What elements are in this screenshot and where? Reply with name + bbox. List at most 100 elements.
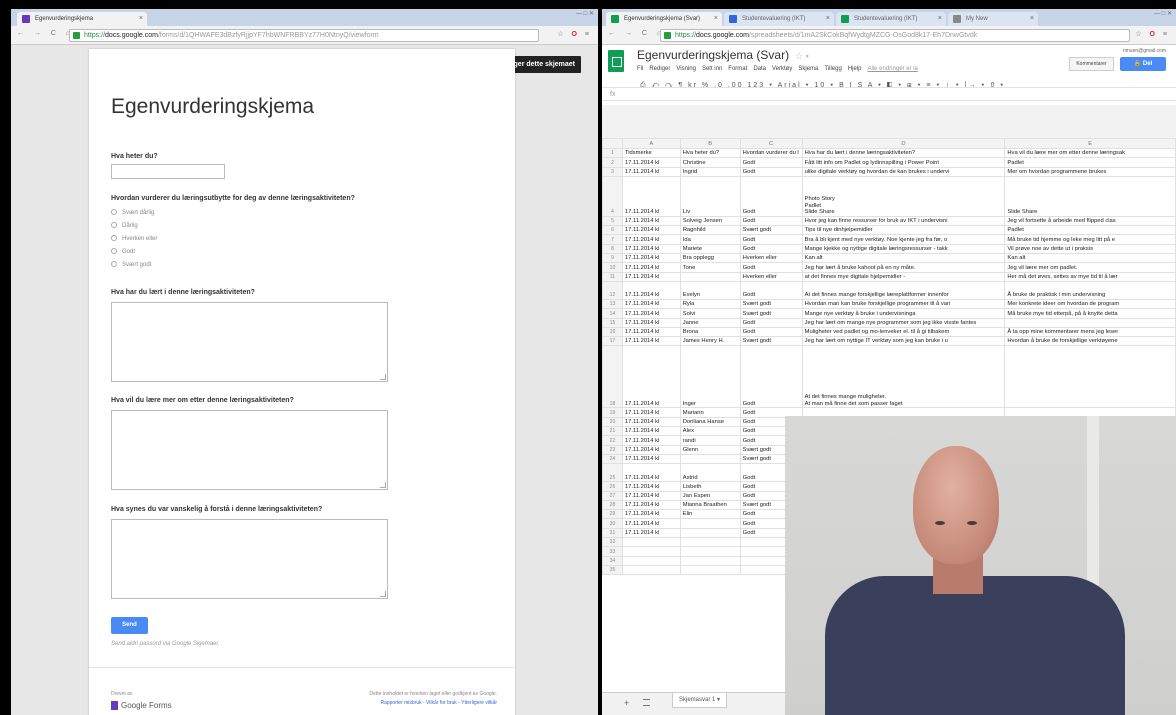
cell[interactable]: Ida <box>679 234 741 245</box>
cell[interactable]: Godt <box>739 262 803 273</box>
cell[interactable] <box>621 564 681 576</box>
radio-option-very-poor[interactable]: Svært dårlig <box>111 209 154 216</box>
menu-file[interactable]: Fil <box>637 66 643 72</box>
cell[interactable]: Godt <box>739 234 803 245</box>
column-letter[interactable]: C <box>739 138 803 149</box>
google-forms-logo[interactable]: Google Forms <box>111 701 172 710</box>
column-letter[interactable]: D <box>801 138 1006 149</box>
cell[interactable]: At det finnes mange muligheter. At man m… <box>801 345 1006 409</box>
row-number[interactable]: 19 <box>602 407 623 418</box>
cell[interactable]: Padlet <box>1004 157 1176 168</box>
column-letter[interactable]: A <box>621 138 681 149</box>
cell[interactable]: 17.11.2014 kl <box>621 215 681 227</box>
cell[interactable]: Hva har du lært i denne læringsaktivitet… <box>801 147 1006 159</box>
cell[interactable] <box>679 536 741 548</box>
row-number[interactable]: 5 <box>602 215 623 227</box>
cell[interactable]: Mer konkrete ideer om hvordan de program <box>1004 298 1176 310</box>
cell[interactable]: 17.11.2014 kl <box>621 234 681 245</box>
row-number[interactable]: 31 <box>602 527 623 539</box>
row-number[interactable]: 4 <box>602 175 623 217</box>
cell[interactable]: 17.11.2014 kl <box>621 308 681 319</box>
cell[interactable]: Christine <box>679 157 741 168</box>
cell[interactable]: Evelyn <box>679 280 741 300</box>
row-number[interactable]: 33 <box>602 546 623 557</box>
cell[interactable]: 17.11.2014 kl <box>621 518 681 529</box>
cell[interactable] <box>679 527 741 539</box>
add-sheet-button[interactable]: + <box>624 698 629 708</box>
cell[interactable]: 17.11.2014 kl <box>621 490 681 501</box>
cell[interactable]: Jeg vil lære mer om padlet. <box>1004 262 1176 273</box>
cell[interactable]: Ingrid <box>679 166 741 177</box>
row-number[interactable]: 20 <box>602 416 623 428</box>
tab-studentevaluering-1[interactable]: Studentevaluering (IKT) × <box>724 12 834 26</box>
cell[interactable]: 17.11.2014 kl <box>621 271 681 282</box>
close-tab-icon[interactable]: × <box>1030 12 1034 26</box>
cell[interactable]: Må bruke mye tid etterpå, på å knytte de… <box>1004 308 1176 319</box>
cell[interactable]: Ryla <box>679 298 741 310</box>
cell[interactable]: Godt <box>739 175 803 217</box>
cell[interactable]: 17.11.2014 kl <box>621 416 681 428</box>
menu-insert[interactable]: Sett inn <box>702 66 722 72</box>
cell[interactable]: 17.11.2014 kl <box>621 435 681 446</box>
cell[interactable]: Godt <box>739 326 803 338</box>
row-number[interactable]: 13 <box>602 298 623 310</box>
row-number[interactable]: 35 <box>602 564 623 576</box>
cell[interactable]: Hva heter du? <box>679 147 741 159</box>
row-number[interactable]: 12 <box>602 280 623 300</box>
close-tab-icon[interactable]: × <box>826 12 830 26</box>
row-number[interactable]: 10 <box>602 262 623 273</box>
row-number[interactable]: 28 <box>602 499 623 511</box>
opera-icon[interactable]: O <box>1150 31 1158 38</box>
cell[interactable]: Tone <box>679 262 741 273</box>
cell[interactable] <box>621 555 681 566</box>
cell[interactable]: Svært godt <box>739 336 803 347</box>
tab-responses-sheet[interactable]: Egenvurderingskjema (Svar) × <box>606 12 722 26</box>
cell[interactable]: Å bruke de praktisk i min undervisning <box>1004 280 1176 300</box>
cell[interactable] <box>679 564 741 576</box>
cell[interactable]: Hverken eller <box>739 271 803 282</box>
cell[interactable]: Photo Story Padlet Slide Share <box>801 175 1006 217</box>
footer-links[interactable]: Rapporter misbruk - Vilkår for bruk - Yt… <box>369 699 497 708</box>
column-letter[interactable]: E <box>1004 138 1176 149</box>
cell[interactable] <box>679 453 741 465</box>
cell[interactable]: Godt <box>739 280 803 300</box>
star-icon[interactable]: ☆ ▪ <box>795 51 809 61</box>
cell[interactable]: Godt <box>739 157 803 168</box>
row-number[interactable]: 22 <box>602 435 623 446</box>
sheets-logo-icon[interactable] <box>608 50 624 72</box>
row-number[interactable]: 25 <box>602 463 623 483</box>
radio-option-very-good[interactable]: Svært godt <box>111 261 151 268</box>
cell[interactable]: Padlet <box>1004 225 1176 236</box>
cell[interactable]: Mariann <box>679 407 741 418</box>
cell[interactable]: 17.11.2014 kl <box>621 157 681 168</box>
menu-addons[interactable]: Tillegg <box>824 66 841 72</box>
menu-view[interactable]: Visning <box>676 66 696 72</box>
browser-actions[interactable]: ☆ O ≡ <box>557 30 592 38</box>
sheet-title[interactable]: Egenvurderingskjema (Svar) ☆ ▪ <box>637 48 809 62</box>
nav-buttons[interactable]: ← → C ⌂ <box>17 30 74 37</box>
row-number[interactable]: 32 <box>602 536 623 548</box>
submit-button[interactable]: Send <box>111 617 148 634</box>
menu-tools[interactable]: Verktøy <box>772 66 792 72</box>
close-tab-icon[interactable]: × <box>714 12 718 26</box>
tab-my-new[interactable]: My New × <box>948 12 1038 26</box>
cell[interactable]: 17.11.2014 kl <box>621 345 681 409</box>
cell[interactable]: Mange nye verktøy å bruke i undervisning… <box>801 308 1006 319</box>
cell[interactable]: 17.11.2014 kl <box>621 166 681 177</box>
cell[interactable]: ulike digitale verktøy og hvordan de kan… <box>801 166 1006 177</box>
cell[interactable]: Tips til nye dinhjelpemidler <box>801 225 1006 236</box>
cell[interactable]: Ragnhild <box>679 225 741 236</box>
close-tab-icon[interactable]: × <box>938 12 942 26</box>
cell[interactable]: Mer om hvordan programmene brukes <box>1004 166 1176 177</box>
cell[interactable]: Kan alt <box>1004 253 1176 264</box>
cell[interactable]: Mariete <box>679 243 741 255</box>
cell[interactable] <box>621 546 681 557</box>
cell[interactable]: 17.11.2014 kl <box>621 509 681 520</box>
row-number[interactable]: 14 <box>602 308 623 319</box>
cell[interactable]: Bra å bli kjent med nye verktøy. Noe kje… <box>801 234 1006 245</box>
cell[interactable]: Jeg har lært å bruke kahoot på en ny måt… <box>801 262 1006 273</box>
column-letter[interactable] <box>602 138 623 149</box>
cell[interactable]: Hverken eller <box>739 253 803 264</box>
cell[interactable]: Godt <box>739 345 803 409</box>
row-number[interactable]: 29 <box>602 509 623 520</box>
